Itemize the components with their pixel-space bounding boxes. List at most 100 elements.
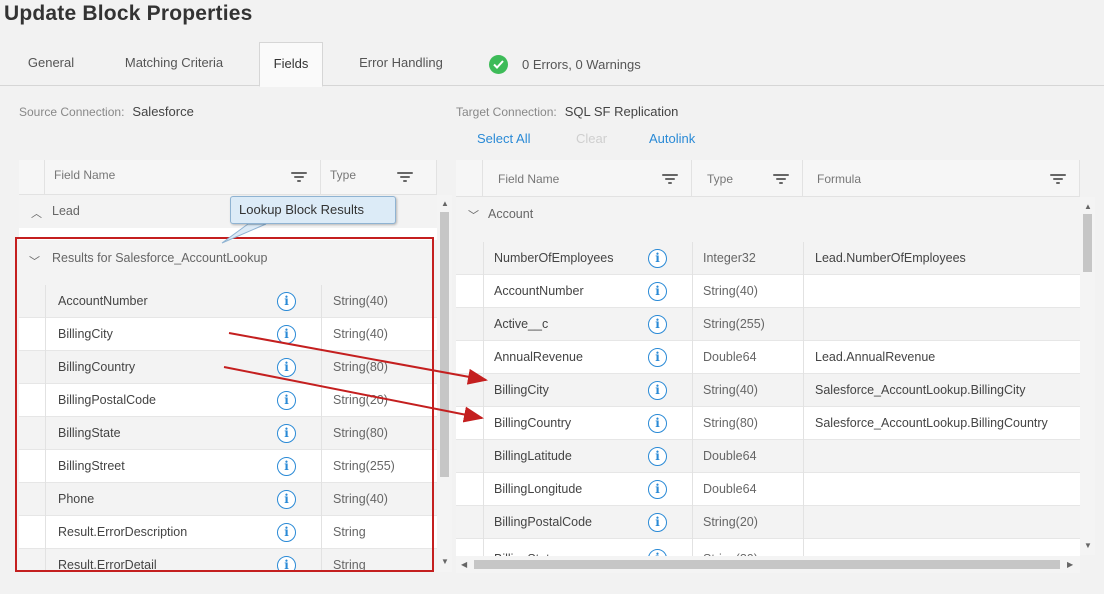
field-type: String(40) — [333, 492, 388, 506]
info-icon[interactable]: i — [277, 292, 296, 311]
info-icon[interactable]: i — [277, 358, 296, 377]
filter-icon[interactable] — [1050, 173, 1066, 185]
scroll-left-icon[interactable]: ◀ — [461, 560, 467, 569]
field-name: BillingPostalCode — [58, 393, 156, 407]
info-icon[interactable]: i — [648, 249, 667, 268]
target-fields-grid: Field Name Type Formula ﹀ Account Number… — [456, 160, 1080, 573]
table-row[interactable]: AccountNumber i String(40) — [19, 285, 437, 318]
field-type: String(20) — [703, 515, 758, 529]
field-formula[interactable]: Salesforce_AccountLookup.BillingCity — [815, 383, 1026, 397]
info-icon[interactable]: i — [648, 282, 667, 301]
table-row[interactable]: Phone i String(40) — [19, 483, 437, 516]
info-icon[interactable]: i — [648, 480, 667, 499]
autolink-link[interactable]: Autolink — [649, 131, 695, 146]
table-row[interactable]: BillingCountry i String(80) — [19, 351, 437, 384]
info-icon[interactable]: i — [277, 391, 296, 410]
table-row[interactable]: BillingCity i String(40) — [19, 318, 437, 351]
info-icon[interactable]: i — [277, 556, 296, 572]
field-name: BillingCity — [494, 383, 549, 397]
tab-matching-criteria[interactable]: Matching Criteria — [102, 42, 246, 86]
field-type: String — [333, 558, 366, 572]
table-row[interactable]: BillingPostalCode i String(20) — [19, 384, 437, 417]
target-connection-label: Target Connection: — [456, 105, 557, 119]
table-row[interactable]: BillingCity i String(40) Salesforce_Account… — [456, 374, 1080, 407]
table-row[interactable]: AccountNumber i String(40) — [456, 275, 1080, 308]
field-name: NumberOfEmployees — [494, 251, 614, 265]
field-formula[interactable]: Salesforce_AccountLookup.BillingCountry — [815, 416, 1048, 430]
status-text: 0 Errors, 0 Warnings — [522, 56, 641, 72]
scroll-thumb[interactable] — [474, 560, 1060, 569]
field-type: String — [333, 525, 366, 539]
target-horizontal-scrollbar[interactable]: ◀ ▶ — [456, 556, 1080, 573]
tab-fields[interactable]: Fields — [259, 42, 323, 87]
header-field-name[interactable]: Field Name — [45, 160, 321, 195]
field-name: Result.ErrorDescription — [58, 525, 188, 539]
grid-header-spacer — [19, 160, 45, 195]
table-row[interactable]: BillingState i String(80) — [19, 417, 437, 450]
field-formula[interactable]: Lead.AnnualRevenue — [815, 350, 935, 364]
table-row[interactable]: BillingLongitude i Double64 — [456, 473, 1080, 506]
filter-icon[interactable] — [397, 171, 413, 183]
filter-icon[interactable] — [291, 171, 307, 183]
scroll-up-icon[interactable]: ▲ — [441, 199, 449, 208]
scroll-right-icon[interactable]: ▶ — [1067, 560, 1073, 569]
select-all-link[interactable]: Select All — [477, 131, 530, 146]
table-row[interactable]: NumberOfEmployees i Integer32 Lead.NumberOf… — [456, 242, 1080, 275]
source-vertical-scrollbar[interactable]: ▲ ▼ — [437, 195, 452, 572]
field-name: AnnualRevenue — [494, 350, 583, 364]
info-icon[interactable]: i — [277, 424, 296, 443]
table-row[interactable]: BillingCountry i String(80) Salesforce_Acco… — [456, 407, 1080, 440]
filter-icon[interactable] — [662, 173, 678, 185]
info-icon[interactable]: i — [648, 315, 667, 334]
source-connection: Source Connection: Salesforce — [19, 104, 194, 119]
header-formula[interactable]: Formula — [803, 160, 1080, 197]
scroll-thumb[interactable] — [1083, 214, 1092, 272]
scroll-thumb[interactable] — [440, 212, 449, 477]
table-row[interactable]: BillingPostalCode i String(20) — [456, 506, 1080, 539]
table-row[interactable]: Result.ErrorDetail i String — [19, 549, 437, 572]
tab-error-handling[interactable]: Error Handling — [338, 42, 464, 86]
field-type: String(255) — [333, 459, 395, 473]
field-type: String(40) — [703, 383, 758, 397]
grid-header: Field Name Type Formula — [456, 160, 1080, 197]
field-type: Double64 — [703, 449, 757, 463]
group-row-account[interactable]: ﹀ Account — [456, 197, 1080, 230]
field-name: BillingState — [58, 426, 121, 440]
info-icon[interactable]: i — [648, 348, 667, 367]
header-field-name[interactable]: Field Name — [483, 160, 692, 197]
table-row[interactable]: AnnualRevenue i Double64 Lead.AnnualRevenue — [456, 341, 1080, 374]
scroll-up-icon[interactable]: ▲ — [1084, 202, 1092, 211]
clear-link[interactable]: Clear — [576, 131, 607, 146]
info-icon[interactable]: i — [277, 457, 296, 476]
chevron-down-icon[interactable]: ﹀ — [468, 207, 479, 223]
table-row[interactable]: Result.ErrorDescription i String — [19, 516, 437, 549]
chevron-up-icon[interactable]: ︿ — [31, 205, 42, 221]
field-type: Integer32 — [703, 251, 756, 265]
info-icon[interactable]: i — [648, 447, 667, 466]
callout-lookup-results: Lookup Block Results — [230, 196, 396, 224]
info-icon[interactable]: i — [648, 381, 667, 400]
scroll-down-icon[interactable]: ▼ — [441, 557, 449, 566]
info-icon[interactable]: i — [277, 325, 296, 344]
filter-icon[interactable] — [773, 173, 789, 185]
group-row-results[interactable]: ﹀ Results for Salesforce_AccountLookup — [19, 240, 437, 285]
scroll-down-icon[interactable]: ▼ — [1084, 541, 1092, 550]
info-icon[interactable]: i — [648, 513, 667, 532]
target-vertical-scrollbar[interactable]: ▲ ▼ — [1080, 197, 1095, 555]
header-field-name-label: Field Name — [498, 172, 560, 186]
field-formula[interactable]: Lead.NumberOfEmployees — [815, 251, 966, 265]
header-type[interactable]: Type — [692, 160, 803, 197]
field-type: String(255) — [703, 317, 765, 331]
field-type: String(40) — [333, 294, 388, 308]
info-icon[interactable]: i — [648, 414, 667, 433]
header-type[interactable]: Type — [321, 160, 437, 195]
table-row[interactable]: Active__c i String(255) — [456, 308, 1080, 341]
field-name: BillingStreet — [58, 459, 125, 473]
info-icon[interactable]: i — [277, 490, 296, 509]
chevron-down-icon[interactable]: ﹀ — [29, 253, 40, 269]
tab-general[interactable]: General — [0, 42, 102, 86]
info-icon[interactable]: i — [277, 523, 296, 542]
table-row[interactable]: BillingStreet i String(255) — [19, 450, 437, 483]
table-row[interactable]: BillingLatitude i Double64 — [456, 440, 1080, 473]
field-type: String(80) — [333, 360, 388, 374]
